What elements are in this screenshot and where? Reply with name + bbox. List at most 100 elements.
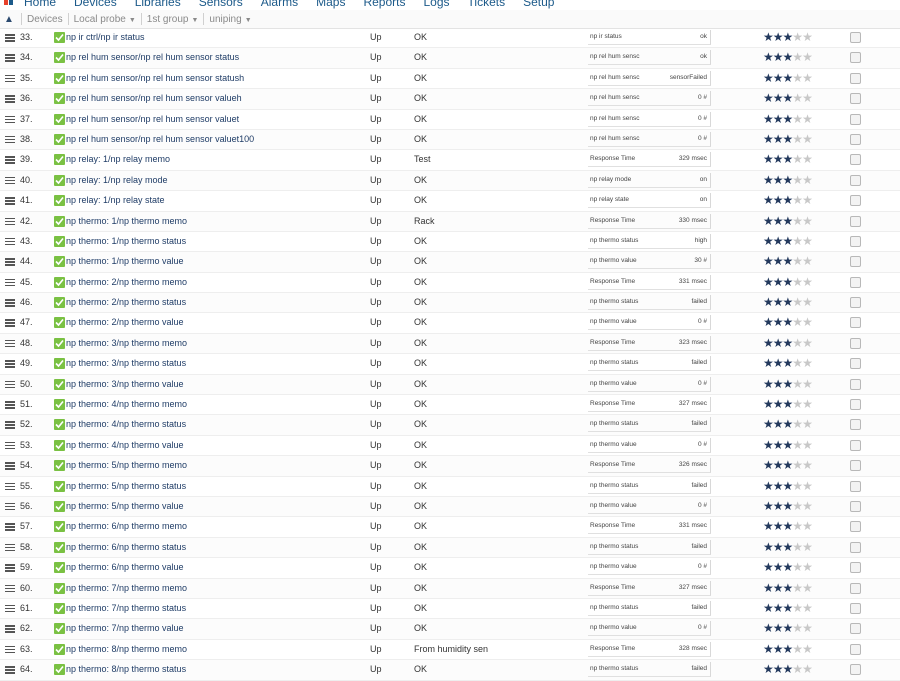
star-filled-icon[interactable]: ★ [783,132,794,146]
star-filled-icon[interactable]: ★ [783,356,794,370]
star-empty-icon[interactable]: ★ [792,479,803,493]
sensor-name-link[interactable]: np rel hum sensor/np rel hum sensor valu… [66,110,239,129]
nav-logs[interactable]: Logs [423,0,449,9]
star-filled-icon[interactable]: ★ [773,152,784,166]
star-empty-icon[interactable]: ★ [792,356,803,370]
sensor-name-link[interactable]: np relay: 1/np relay mode [66,171,168,190]
menu-icon[interactable] [5,558,15,577]
nav-setup[interactable]: Setup [523,0,554,9]
star-empty-icon[interactable]: ★ [802,560,813,574]
star-empty-icon[interactable]: ★ [802,50,813,64]
nav-alarms[interactable]: Alarms [261,0,298,9]
breadcrumb-devices[interactable]: Devices [27,14,63,25]
star-filled-icon[interactable]: ★ [783,295,794,309]
row-select-checkbox[interactable] [850,337,861,349]
nav-devices[interactable]: Devices [74,0,117,9]
sensor-name-link[interactable]: np relay: 1/np relay memo [66,150,170,169]
priority-stars[interactable]: ★★★★★ [763,130,813,149]
last-value-gauge[interactable]: np thermo status high [588,233,711,249]
last-value-gauge[interactable]: np thermo status failed [588,662,711,678]
table-row[interactable]: 42. np thermo: 1/np thermo memo Up Rack Resp… [0,211,900,232]
star-filled-icon[interactable]: ★ [773,173,784,187]
table-row[interactable]: 36. np rel hum sensor/np rel hum sensor v… [0,89,900,110]
last-value-gauge[interactable]: Response Time 328 msec [588,641,711,657]
star-filled-icon[interactable]: ★ [783,621,794,635]
row-select-checkbox[interactable] [850,460,861,472]
table-row[interactable]: 46. np thermo: 2/np thermo status Up OK np t… [0,293,900,314]
last-value-gauge[interactable]: Response Time 327 msec [588,397,711,413]
last-value-gauge[interactable]: np rel hum sensc 0 # [588,91,711,107]
star-empty-icon[interactable]: ★ [802,601,813,615]
star-filled-icon[interactable]: ★ [763,336,774,350]
star-empty-icon[interactable]: ★ [792,540,803,554]
star-empty-icon[interactable]: ★ [792,519,803,533]
star-filled-icon[interactable]: ★ [783,234,794,248]
menu-icon[interactable] [5,232,15,251]
menu-icon[interactable] [5,375,15,394]
last-value-gauge[interactable]: np rel hum sensc 0 # [588,131,711,147]
menu-icon[interactable] [5,171,15,190]
star-filled-icon[interactable]: ★ [783,642,794,656]
star-filled-icon[interactable]: ★ [763,234,774,248]
row-select-checkbox[interactable] [850,378,861,390]
last-value-gauge[interactable]: np rel hum sensc ok [588,50,711,66]
row-select-checkbox[interactable] [850,419,861,431]
star-filled-icon[interactable]: ★ [773,540,784,554]
priority-stars[interactable]: ★★★★★ [763,110,813,129]
star-empty-icon[interactable]: ★ [802,214,813,228]
last-value-gauge[interactable]: np thermo value 30 # [588,254,711,270]
star-filled-icon[interactable]: ★ [783,581,794,595]
star-filled-icon[interactable]: ★ [783,112,794,126]
row-select-checkbox[interactable] [850,358,861,370]
sensor-name-link[interactable]: np thermo: 1/np thermo memo [66,212,187,231]
table-row[interactable]: 61. np thermo: 7/np thermo status Up OK np t… [0,599,900,620]
row-select-checkbox[interactable] [850,317,861,329]
star-filled-icon[interactable]: ★ [763,214,774,228]
sensor-name-link[interactable]: np thermo: 2/np thermo status [66,293,186,312]
row-select-checkbox[interactable] [850,133,861,145]
star-filled-icon[interactable]: ★ [763,50,774,64]
row-select-checkbox[interactable] [850,439,861,451]
star-empty-icon[interactable]: ★ [802,152,813,166]
menu-icon[interactable] [5,579,15,598]
star-filled-icon[interactable]: ★ [773,234,784,248]
star-empty-icon[interactable]: ★ [792,397,803,411]
last-value-gauge[interactable]: np rel hum sensc sensorFailed [588,70,711,86]
star-empty-icon[interactable]: ★ [802,71,813,85]
star-empty-icon[interactable]: ★ [802,275,813,289]
star-empty-icon[interactable]: ★ [792,30,803,44]
sensor-name-link[interactable]: np thermo: 5/np thermo value [66,497,184,516]
star-filled-icon[interactable]: ★ [773,193,784,207]
last-value-gauge[interactable]: np ir status ok [588,30,711,45]
priority-stars[interactable]: ★★★★★ [763,354,813,373]
table-row[interactable]: 39. np relay: 1/np relay memo Up Test Respon… [0,150,900,171]
menu-icon[interactable] [5,252,15,271]
table-row[interactable]: 57. np thermo: 6/np thermo memo Up OK Respon… [0,517,900,538]
table-row[interactable]: 33. np ir ctrl/np ir status Up OK np ir stat… [0,28,900,49]
star-empty-icon[interactable]: ★ [802,30,813,44]
row-select-checkbox[interactable] [850,154,861,166]
nav-tickets[interactable]: Tickets [468,0,506,9]
star-empty-icon[interactable]: ★ [792,254,803,268]
sensor-name-link[interactable]: np thermo: 6/np thermo status [66,538,186,557]
sensor-name-link[interactable]: np thermo: 6/np thermo value [66,558,184,577]
star-filled-icon[interactable]: ★ [773,71,784,85]
last-value-gauge[interactable]: np thermo status failed [588,295,711,311]
star-filled-icon[interactable]: ★ [773,662,784,676]
last-value-gauge[interactable]: np thermo status failed [588,600,711,616]
table-row[interactable]: 41. np relay: 1/np relay state Up OK np rela… [0,191,900,212]
sensor-name-link[interactable]: np thermo: 2/np thermo memo [66,273,187,292]
star-filled-icon[interactable]: ★ [763,275,774,289]
star-filled-icon[interactable]: ★ [783,173,794,187]
star-empty-icon[interactable]: ★ [792,581,803,595]
star-filled-icon[interactable]: ★ [783,336,794,350]
sensor-name-link[interactable]: np thermo: 2/np thermo value [66,313,184,332]
star-filled-icon[interactable]: ★ [763,581,774,595]
star-filled-icon[interactable]: ★ [763,417,774,431]
row-select-checkbox[interactable] [850,541,861,553]
priority-stars[interactable]: ★★★★★ [763,273,813,292]
star-empty-icon[interactable]: ★ [802,173,813,187]
star-filled-icon[interactable]: ★ [773,621,784,635]
last-value-gauge[interactable]: Response Time 327 msec [588,580,711,596]
star-filled-icon[interactable]: ★ [773,499,784,513]
